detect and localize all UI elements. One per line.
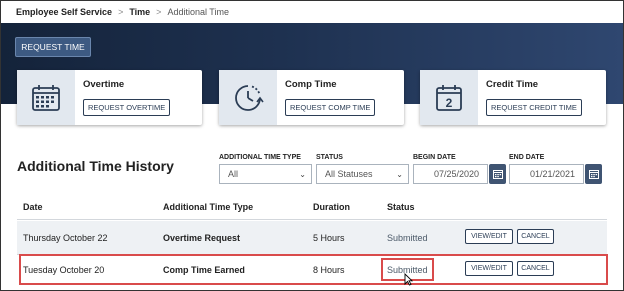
- end-date-label: END DATE: [509, 154, 545, 161]
- type-filter-value: All: [228, 169, 239, 179]
- request-comp-time-button[interactable]: REQUEST COMP TIME: [285, 99, 376, 116]
- view-edit-button[interactable]: VIEW/EDIT: [465, 229, 513, 244]
- row-type: Overtime Request: [163, 232, 241, 243]
- begin-date-calendar-button[interactable]: [489, 164, 506, 184]
- end-date-input[interactable]: 01/21/2021: [509, 164, 584, 184]
- column-header-type: Additional Time Type: [163, 201, 254, 212]
- calendar-2-icon: 2: [420, 70, 478, 125]
- type-filter-label: ADDITIONAL TIME TYPE: [219, 154, 301, 161]
- overtime-card: Overtime REQUEST OVERTIME: [17, 70, 202, 125]
- row-date: Thursday October 22: [23, 232, 108, 243]
- comp-time-card-title: Comp Time: [285, 79, 337, 90]
- mouse-cursor-icon: [404, 273, 413, 286]
- cancel-button[interactable]: CANCEL: [517, 229, 554, 244]
- status-filter-value: All Statuses: [325, 169, 373, 179]
- row-duration: 8 Hours: [313, 264, 345, 275]
- column-header-status: Status: [387, 201, 415, 212]
- chevron-down-icon: ⌄: [396, 170, 403, 179]
- row-date: Tuesday October 20: [23, 264, 105, 275]
- calendar-grid-icon: [17, 70, 75, 125]
- status-filter-select[interactable]: All Statuses ⌄: [316, 164, 409, 184]
- breadcrumb-separator: >: [156, 6, 162, 17]
- calendar-icon: [492, 170, 503, 179]
- svg-text:2: 2: [446, 96, 453, 110]
- begin-date-input[interactable]: 07/25/2020: [413, 164, 488, 184]
- row-duration: 5 Hours: [313, 232, 345, 243]
- chevron-down-icon: ⌄: [299, 170, 306, 179]
- view-edit-button[interactable]: VIEW/EDIT: [465, 261, 513, 276]
- breadcrumb-separator: >: [118, 6, 124, 17]
- table-row: Thursday October 22 Overtime Request 5 H…: [17, 221, 607, 255]
- breadcrumb-additional-time: Additional Time: [167, 6, 229, 17]
- row-status: Submitted: [387, 232, 428, 243]
- request-credit-time-button[interactable]: REQUEST CREDIT TIME: [486, 99, 582, 116]
- comp-time-card: Comp Time REQUEST COMP TIME: [219, 70, 404, 125]
- column-header-duration: Duration: [313, 201, 350, 212]
- begin-date-label: BEGIN DATE: [413, 154, 456, 161]
- clock-refresh-icon: [219, 70, 277, 125]
- cancel-button[interactable]: CANCEL: [517, 261, 554, 276]
- end-date-calendar-button[interactable]: [585, 164, 602, 184]
- breadcrumb-employee-self-service[interactable]: Employee Self Service: [16, 7, 112, 17]
- overtime-card-title: Overtime: [83, 79, 125, 90]
- credit-time-card-title: Credit Time: [486, 79, 539, 90]
- calendar-icon: [588, 170, 599, 179]
- request-overtime-button[interactable]: REQUEST OVERTIME: [83, 99, 171, 116]
- type-filter-select[interactable]: All ⌄: [219, 164, 312, 184]
- row-type: Comp Time Earned: [163, 264, 245, 275]
- table-header: Date Additional Time Type Duration Statu…: [17, 194, 607, 220]
- credit-time-card: 2 Credit Time REQUEST CREDIT TIME: [420, 70, 606, 125]
- breadcrumb-time[interactable]: Time: [129, 7, 150, 17]
- column-header-date: Date: [23, 201, 43, 212]
- history-title: Additional Time History: [17, 158, 174, 174]
- breadcrumb: Employee Self Service > Time > Additiona…: [1, 1, 623, 22]
- app-frame: Employee Self Service > Time > Additiona…: [0, 0, 624, 291]
- table-row: Tuesday October 20 Comp Time Earned 8 Ho…: [17, 255, 607, 284]
- request-time-button[interactable]: REQUEST TIME: [15, 37, 91, 57]
- status-filter-label: STATUS: [316, 154, 343, 161]
